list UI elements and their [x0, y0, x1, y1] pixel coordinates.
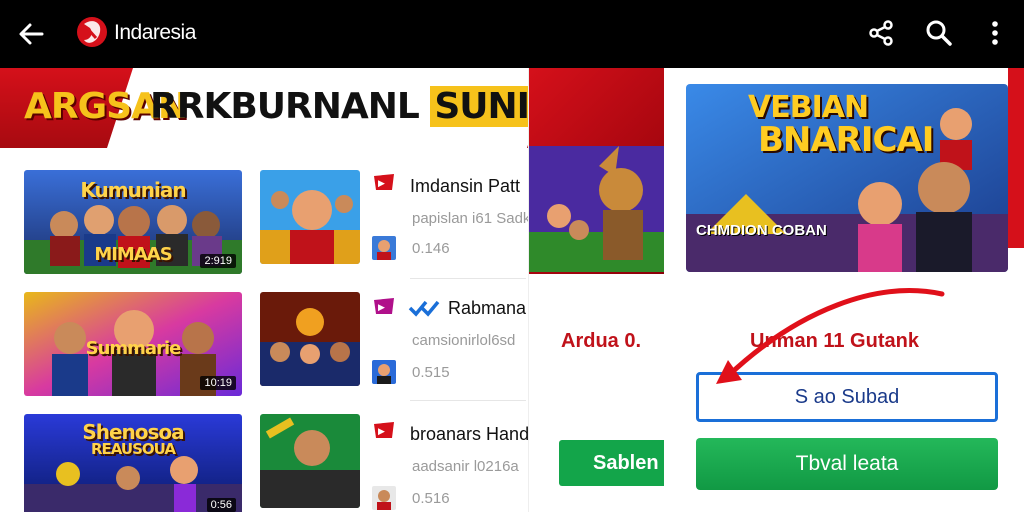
banner-right-text: RRKBURNANL SUNIMASK [150, 86, 528, 127]
promo-badge: CHMDION COBAN [696, 222, 827, 239]
video-views: 0.515 [412, 364, 450, 381]
video-subtitle: papislan i61 Sadk [412, 210, 531, 227]
video-title[interactable]: broanars Hand [410, 424, 529, 445]
video-views: 0.516 [412, 490, 450, 507]
duration-badge: 0:56 [206, 498, 236, 512]
channel-avatar[interactable] [372, 486, 396, 510]
search-button[interactable] [922, 16, 956, 50]
video-thumbnail-small[interactable] [260, 414, 360, 508]
back-button[interactable] [14, 16, 50, 52]
video-title[interactable]: Imdansin Patt [410, 176, 520, 197]
more-button[interactable] [978, 16, 1012, 50]
hero-banner: ARGSAN RRKBURNANL SUNIMASK [0, 68, 528, 148]
more-vertical-icon [992, 21, 998, 45]
video-list: Kumunian MIMAAS 2:919 ▶ Imdansin Patt pa… [0, 148, 531, 512]
verified-icon [408, 298, 440, 318]
promo-title-2: BNARICAI [758, 120, 934, 160]
video-views: 0.146 [412, 240, 450, 257]
channel-badge-icon: ▶ [372, 296, 396, 316]
text-input[interactable]: S ao Subad [696, 372, 998, 422]
promo-artwork [529, 146, 664, 272]
video-thumbnail-small[interactable] [260, 170, 360, 264]
right-card: VEBIAN BNARICAI CHMDION COBAN Unman 11 G… [664, 68, 1024, 512]
video-title[interactable]: Rabmana [448, 298, 526, 319]
video-thumbnail[interactable]: Kumunian MIMAAS 2:919 [24, 170, 242, 274]
video-thumbnail[interactable]: Summarie 10:19 [24, 292, 242, 396]
video-subtitle: aadsanir l0216a [412, 458, 519, 475]
search-icon [926, 20, 952, 46]
primary-button[interactable]: Tbval leata [696, 438, 998, 490]
middle-card: Ardua 0. Sablen L [528, 68, 664, 512]
video-thumbnail[interactable]: Shenosoa REAUSOUA 0:56 [24, 414, 242, 518]
duration-badge: 10:19 [200, 376, 236, 390]
channel-badge-icon: ▶ [372, 172, 396, 192]
video-subtitle: camsionirlol6sd [412, 332, 516, 349]
channel-badge-icon: ▶ [372, 420, 396, 440]
app-bar: Indaresia [0, 0, 1024, 68]
middle-card-button[interactable]: Sablen L [559, 440, 664, 486]
svg-text:▶: ▶ [378, 303, 385, 313]
arrow-left-icon [19, 23, 44, 45]
svg-text:▶: ▶ [378, 427, 385, 437]
app-logo [74, 12, 110, 54]
app-title: Indaresia [114, 21, 196, 44]
duration-badge: 2:919 [200, 254, 236, 268]
channel-avatar[interactable] [372, 360, 396, 384]
share-button[interactable] [864, 16, 898, 50]
svg-text:▶: ▶ [378, 179, 385, 189]
middle-card-label: Ardua 0. [561, 330, 642, 352]
share-icon [869, 20, 893, 46]
video-thumbnail-small[interactable] [260, 292, 360, 386]
card-heading: Unman 11 Gutank [750, 330, 919, 352]
channel-avatar[interactable] [372, 236, 396, 260]
promo-image[interactable]: VEBIAN BNARICAI CHMDION COBAN [686, 84, 1008, 272]
